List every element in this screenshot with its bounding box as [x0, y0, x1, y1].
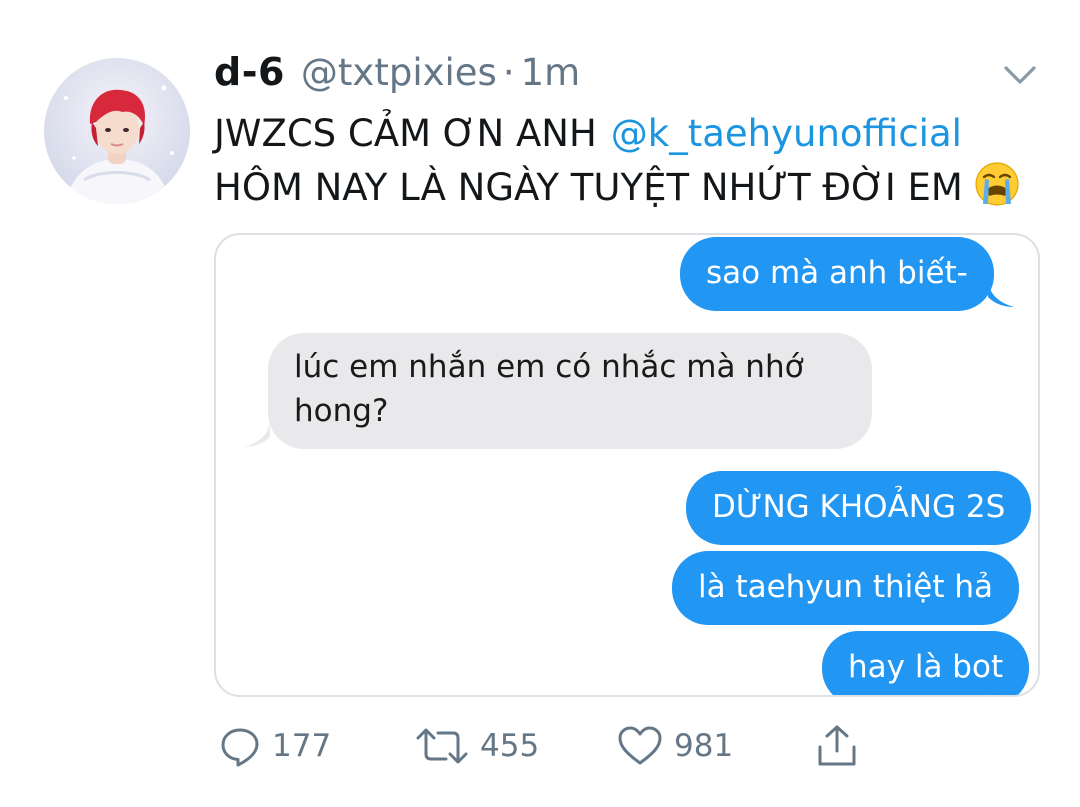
bubble-tail [240, 423, 270, 449]
avatar[interactable] [44, 58, 190, 204]
reply-button[interactable]: 177 [218, 718, 331, 774]
user-handle[interactable]: @txtpixies [301, 51, 497, 94]
share-icon [818, 725, 856, 766]
display-name[interactable]: d-6 [214, 50, 285, 94]
share-button[interactable] [814, 718, 860, 774]
tweet-text-part: HÔM NAY LÀ NGÀY TUYỆT NHỨT ĐỜI EM [214, 166, 963, 209]
message-text: DỪNG KHOẢNG 2S [712, 489, 1006, 525]
reply-icon [221, 728, 259, 767]
heart-icon [618, 726, 662, 765]
separator-dot: · [502, 51, 515, 94]
sent-message-bubble: sao mà anh biết- [680, 237, 994, 311]
tweet-media-image[interactable]: sao mà anh biết- lúc em nhắn em có nhắc … [214, 233, 1040, 697]
message-text: là taehyun thiệt hả [698, 569, 993, 605]
tweet-timestamp[interactable]: 1m [521, 51, 581, 94]
message-text: hay là bot [848, 649, 1004, 685]
like-button[interactable]: 981 [616, 718, 733, 774]
chevron-down-icon[interactable] [1000, 60, 1040, 90]
tweet-actions: 177 455 981 [214, 718, 914, 774]
tweet-text-line-2: HÔM NAY LÀ NGÀY TUYỆT NHỨT ĐỜI EM [214, 160, 1054, 212]
reply-count: 177 [272, 728, 332, 764]
avatar-image [44, 58, 190, 204]
received-message-bubble: lúc em nhắn em có nhắc mà nhớ hong? [268, 333, 872, 449]
sent-message-bubble: là taehyun thiệt hả [672, 551, 1019, 625]
message-text: lúc em nhắn em có nhắc mà nhớ [294, 349, 804, 385]
mention-link[interactable]: @k_taehyunofficial [611, 112, 962, 155]
tweet-header: d-6 @txtpixies · 1m [214, 50, 580, 104]
retweet-button[interactable]: 455 [414, 718, 539, 774]
bubble-tail [988, 283, 1018, 309]
bubble-tail [988, 673, 1018, 695]
loudly-crying-face-icon [973, 160, 1021, 208]
tweet-text-line-1: JWZCS CẢM ƠN ANH @k_taehyunofficial [214, 108, 1054, 160]
tweet-text-part: JWZCS CẢM ƠN ANH [214, 112, 597, 155]
message-text: hong? [294, 393, 389, 429]
retweet-icon [416, 728, 468, 764]
retweet-count: 455 [480, 728, 540, 764]
like-count: 981 [674, 728, 734, 764]
tweet-text: JWZCS CẢM ƠN ANH @k_taehyunofficial HÔM N… [214, 108, 1054, 212]
message-text: sao mà anh biết- [706, 255, 968, 291]
sent-message-bubble: DỪNG KHOẢNG 2S [686, 471, 1032, 545]
